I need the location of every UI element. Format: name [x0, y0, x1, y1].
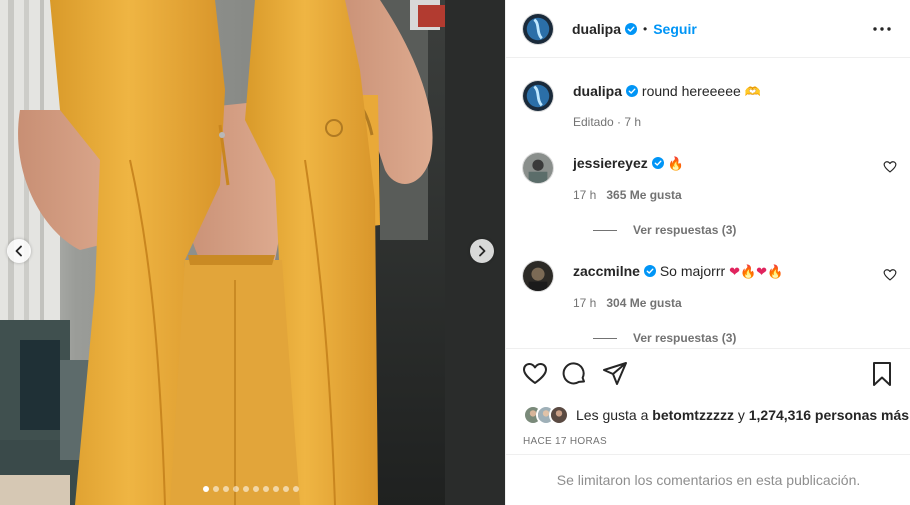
replies-divider: [593, 337, 617, 339]
fire-emoji: 🔥: [739, 265, 757, 280]
heart-icon[interactable]: [522, 361, 548, 387]
carousel-dot[interactable]: [233, 486, 239, 492]
likes-text: Les gusta a betomtzzzzz y 1,274,316 pers…: [576, 407, 909, 423]
share-icon[interactable]: [602, 361, 628, 387]
caption-body: dualipa round hereeeee 🫶: [573, 82, 867, 102]
comment-username[interactable]: zaccmilne: [573, 263, 640, 279]
comment-username[interactable]: jessiereyez: [573, 155, 648, 171]
bookmark-icon[interactable]: [869, 361, 895, 387]
likes-summary[interactable]: Les gusta a betomtzzzzz y 1,274,316 pers…: [523, 405, 909, 425]
caption-row: dualipa round hereeeee 🫶 Editado · 7 h: [522, 80, 897, 140]
comment-body: zaccmilne So majorrr ❤🔥❤🔥: [573, 262, 867, 282]
replies-divider: [593, 229, 617, 231]
more-options-button[interactable]: [873, 20, 891, 38]
carousel-dot[interactable]: [293, 486, 299, 492]
heart-emoji: ❤: [756, 265, 768, 280]
caption-emoji: 🫶: [744, 85, 761, 100]
fire-emoji: 🔥: [667, 157, 684, 172]
comment-like-count[interactable]: 304 Me gusta: [606, 296, 681, 310]
view-replies-button[interactable]: Ver respuestas (3): [593, 331, 736, 345]
comment-age: 17 h: [573, 296, 597, 310]
comment-text: So majorrr: [659, 263, 730, 279]
carousel-dot[interactable]: [273, 486, 279, 492]
caption-username[interactable]: dualipa: [573, 83, 622, 99]
fire-emoji: 🔥: [767, 265, 784, 280]
comment-meta: 17 h 304 Me gusta: [573, 296, 682, 310]
comment-item: jessiereyez 🔥 17 h 365 Me gusta Ver respu…: [522, 152, 897, 242]
carousel-dot[interactable]: [223, 486, 229, 492]
heart-emoji: ❤: [729, 265, 740, 280]
next-slide-button[interactable]: [470, 239, 494, 263]
comment-icon[interactable]: [562, 361, 588, 387]
comments-limited-notice: Se limitaron los comentarios en esta pub…: [506, 454, 910, 505]
author-avatar[interactable]: [522, 12, 554, 45]
post-media[interactable]: [0, 0, 505, 505]
verified-badge-icon: [651, 157, 664, 169]
carousel-dot[interactable]: [253, 486, 259, 492]
carousel-dot[interactable]: [213, 486, 219, 492]
commenter-avatar[interactable]: [522, 152, 554, 184]
post-header: dualipa • Seguir: [506, 0, 910, 58]
carousel-dot[interactable]: [243, 486, 249, 492]
comment-item: zaccmilne So majorrr ❤🔥❤🔥 17 h 304 Me gus…: [522, 260, 897, 347]
previous-slide-button[interactable]: [7, 239, 31, 263]
comments-section[interactable]: dualipa round hereeeee 🫶 Editado · 7 h j…: [506, 58, 910, 347]
carousel-dot[interactable]: [263, 486, 269, 492]
comment-body: jessiereyez 🔥: [573, 154, 867, 174]
post-actions: Les gusta a betomtzzzzz y 1,274,316 pers…: [506, 348, 910, 456]
chevron-left-icon: [15, 245, 22, 257]
follow-button[interactable]: Seguir: [653, 21, 697, 37]
liker-avatar: [549, 405, 569, 425]
action-bar: [522, 361, 895, 389]
likes-prefix: Les gusta a: [576, 407, 653, 423]
view-replies-label: Ver respuestas (3): [633, 331, 737, 345]
comment-age: 17 h: [573, 188, 597, 202]
header-separator: •: [643, 21, 648, 36]
comment-like-count[interactable]: 365 Me gusta: [606, 188, 681, 202]
view-replies-button[interactable]: Ver respuestas (3): [593, 223, 736, 237]
verified-badge-icon: [626, 85, 639, 97]
more-horizontal-icon: [873, 27, 891, 31]
likes-mid: y: [733, 407, 749, 423]
chevron-right-icon: [479, 245, 486, 257]
comment-meta: 17 h 365 Me gusta: [573, 188, 682, 202]
comment-like-heart-icon[interactable]: [883, 160, 897, 174]
commenter-avatar[interactable]: [522, 260, 554, 292]
comment-like-heart-icon[interactable]: [883, 268, 897, 282]
author-username[interactable]: dualipa: [572, 21, 621, 37]
verified-badge-icon: [625, 22, 638, 35]
post-photo: [0, 0, 505, 505]
caption-text: round hereeeee: [641, 83, 741, 99]
likes-count[interactable]: 1,274,316 personas más: [749, 407, 909, 423]
carousel-dot[interactable]: [283, 486, 289, 492]
caption-author-avatar[interactable]: [522, 80, 554, 112]
post-side-panel: dualipa • Seguir dualipa round hereeeee …: [505, 0, 910, 505]
carousel-indicator: [203, 486, 299, 492]
view-replies-label: Ver respuestas (3): [633, 223, 737, 237]
carousel-dot[interactable]: [203, 486, 209, 492]
post-timestamp[interactable]: HACE 17 HORAS: [523, 436, 607, 447]
verified-badge-icon: [643, 265, 656, 277]
caption-meta: Editado · 7 h: [573, 115, 642, 129]
likes-user[interactable]: betomtzzzzz: [652, 407, 734, 423]
